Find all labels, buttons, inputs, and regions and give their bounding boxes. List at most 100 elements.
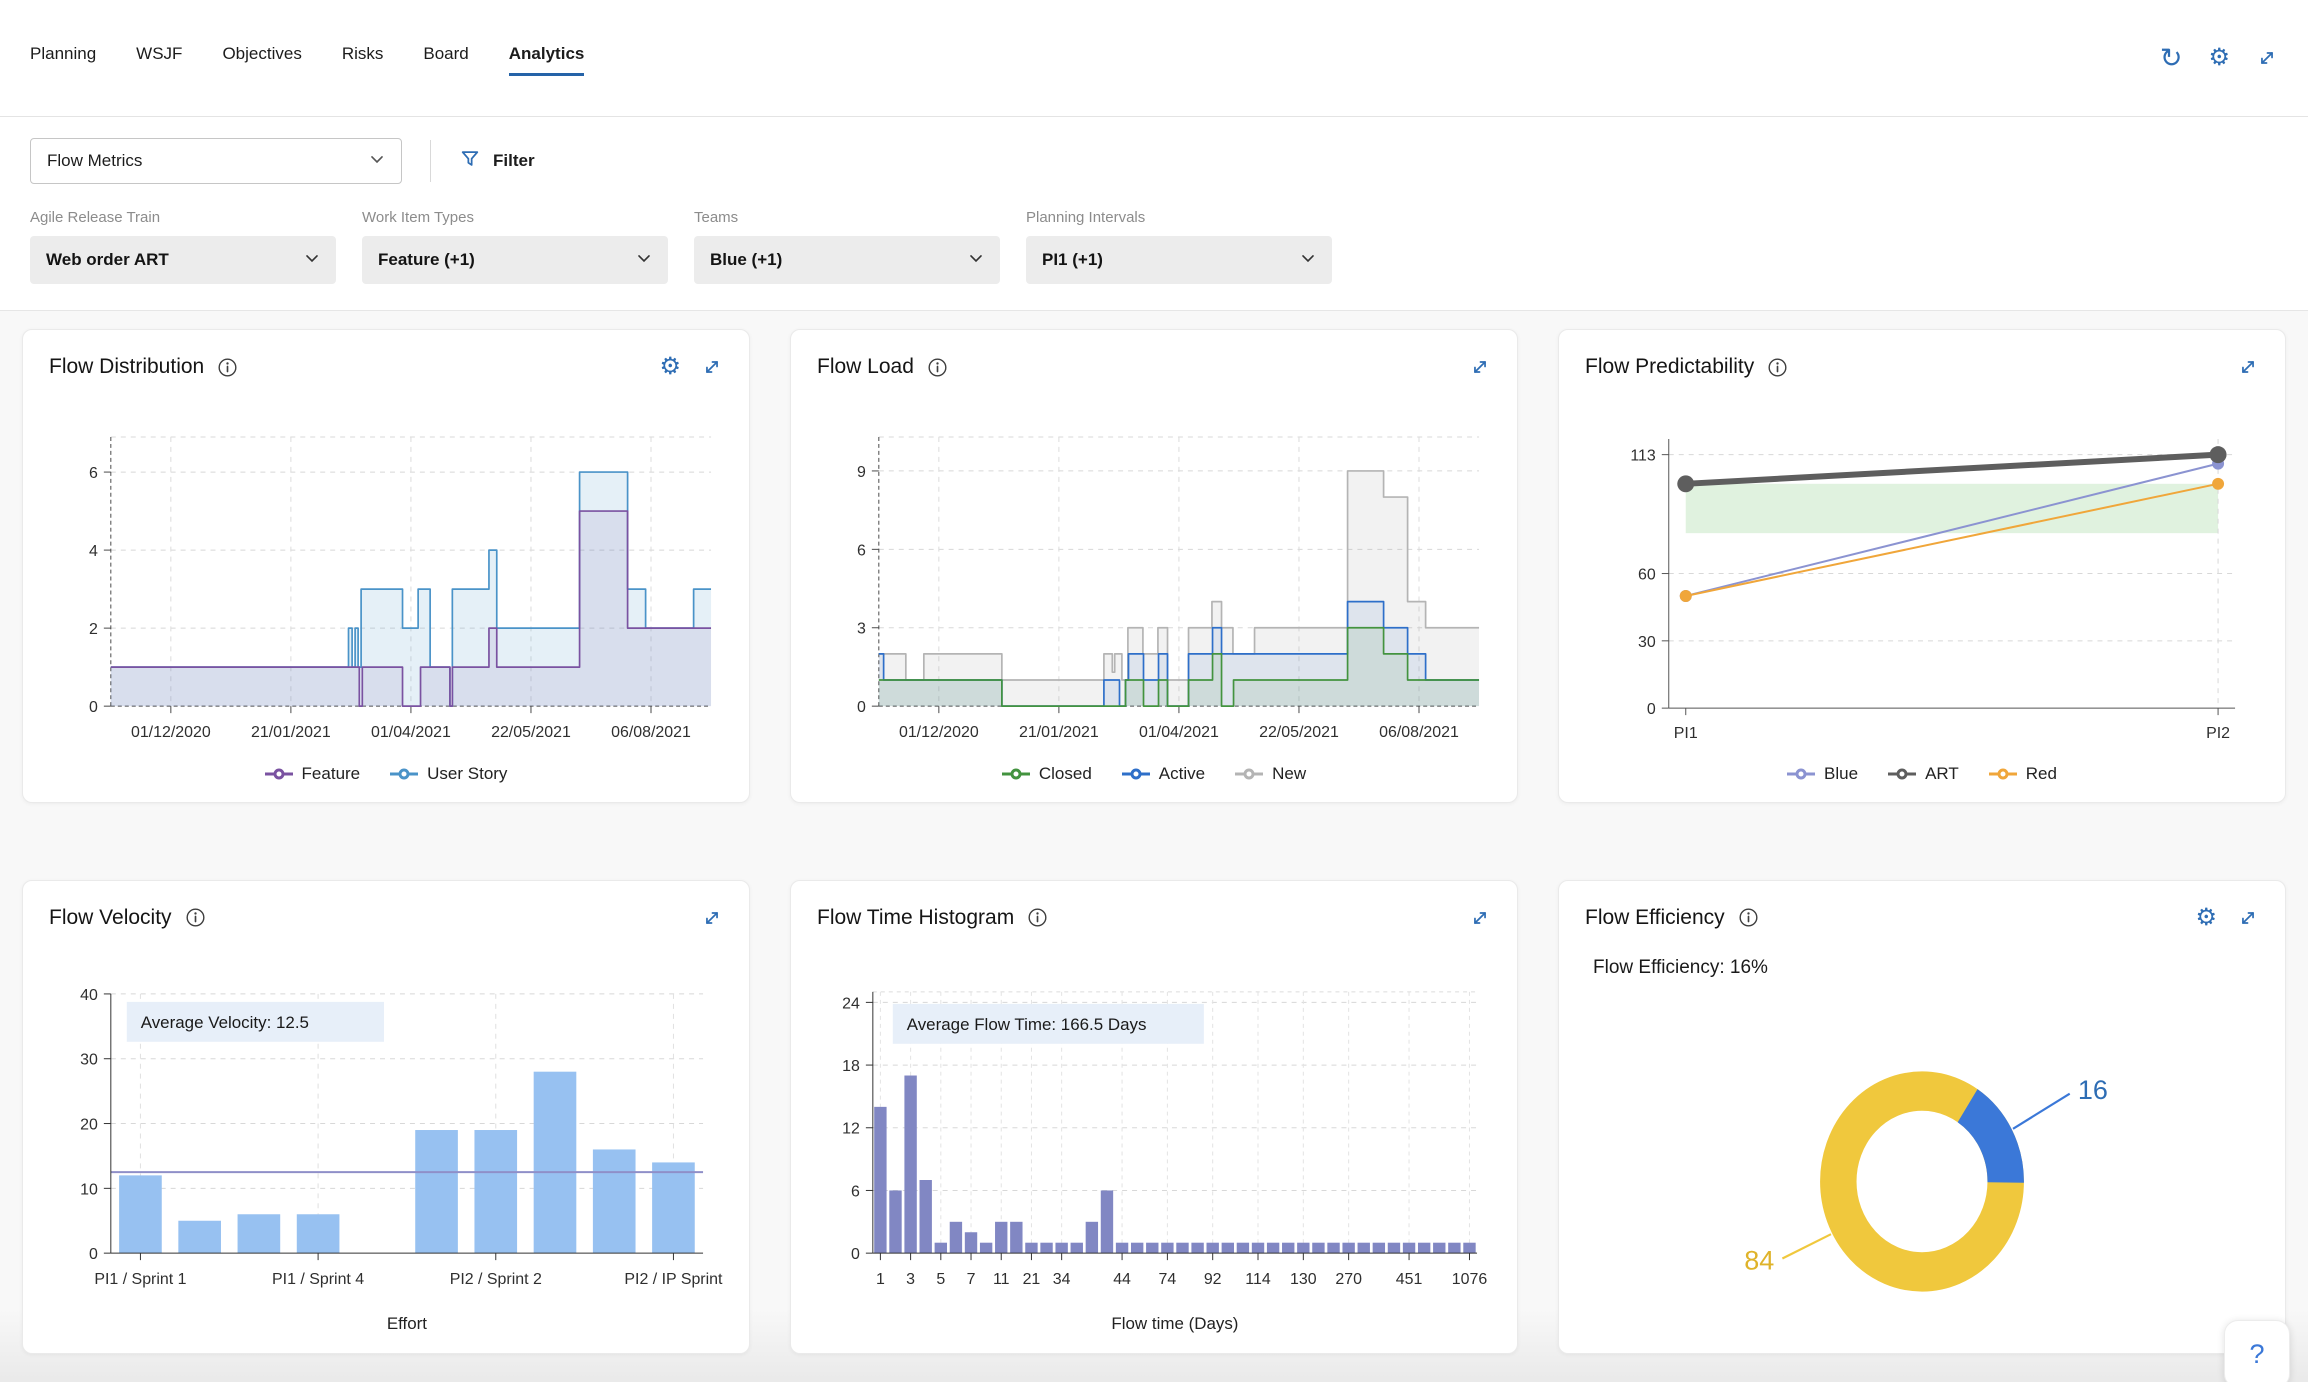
svg-text:30: 30 — [80, 1051, 98, 1068]
svg-text:44: 44 — [1113, 1271, 1131, 1288]
chevron-down-icon — [966, 248, 986, 273]
flow-efficiency-header: Flow Efficiency ⚙ — [1585, 901, 2259, 935]
legend-line-dot — [1002, 768, 1030, 780]
legend-item-active[interactable]: Active — [1122, 764, 1205, 784]
info-icon[interactable] — [927, 357, 948, 378]
expand-icon[interactable] — [2237, 356, 2259, 378]
card-title-text: Flow Time Histogram — [817, 906, 1014, 930]
svg-text:10: 10 — [80, 1181, 98, 1198]
filter-select-work-item-types[interactable]: Feature (+1) — [362, 236, 668, 284]
legend-item-closed[interactable]: Closed — [1002, 764, 1092, 784]
filter-select-planning-intervals[interactable]: PI1 (+1) — [1026, 236, 1332, 284]
tab-board[interactable]: Board — [423, 44, 468, 76]
info-icon[interactable] — [1767, 357, 1788, 378]
filter-bar: Agile Release TrainWeb order ART Work Ite… — [0, 203, 2308, 311]
filter-group-agile-release-train: Agile Release TrainWeb order ART — [30, 209, 336, 284]
expand-icon[interactable] — [701, 907, 723, 929]
gear-icon[interactable]: ⚙ — [659, 355, 681, 379]
card-flow-efficiency: Flow Efficiency⚙Flow Efficiency: 16%1684… — [1558, 880, 2286, 1354]
legend-item-feature[interactable]: Feature — [265, 764, 361, 784]
filter-select-value: Web order ART — [46, 250, 169, 270]
legend-item-blue[interactable]: Blue — [1787, 764, 1858, 784]
gear-icon[interactable]: ⚙ — [2208, 46, 2230, 70]
flow-time-histogram-chart: 06121824Average Flow Time: 166.5 Days135… — [817, 968, 1491, 1339]
legend-label: Red — [2026, 764, 2057, 784]
svg-text:01/12/2020: 01/12/2020 — [131, 724, 211, 741]
legend-line-dot — [265, 768, 293, 780]
flow-velocity-chart-area: 010203040Average Velocity: 12.5PI1 / Spr… — [49, 935, 723, 1339]
flow-predictability-title: Flow Predictability — [1585, 355, 1788, 379]
flow-load-chart-area: 036901/12/202021/01/202101/04/202122/05/… — [817, 384, 1491, 758]
filter-button[interactable]: Filter — [459, 148, 535, 175]
legend-line-dot — [1989, 768, 2017, 780]
filter-select-value: Feature (+1) — [378, 250, 475, 270]
svg-text:6: 6 — [851, 1183, 860, 1200]
filter-label: Teams — [694, 209, 1000, 226]
svg-text:74: 74 — [1159, 1271, 1177, 1288]
toolbar-divider — [430, 140, 431, 182]
filter-group-teams: Teams Blue (+1) — [694, 209, 1000, 284]
tab-risks[interactable]: Risks — [342, 44, 384, 76]
filter-select-agile-release-train[interactable]: Web order ART — [30, 236, 336, 284]
info-icon[interactable] — [185, 907, 206, 928]
expand-icon[interactable] — [701, 356, 723, 378]
flow-efficiency-chart: 1684 — [1652, 979, 2192, 1382]
svg-text:6: 6 — [857, 542, 866, 559]
svg-text:06/08/2021: 06/08/2021 — [1379, 724, 1459, 741]
filter-button-label: Filter — [493, 151, 535, 171]
flow-load-legend: Closed Active New — [817, 758, 1491, 788]
expand-icon[interactable] — [2237, 907, 2259, 929]
tab-wsjf[interactable]: WSJF — [136, 44, 182, 76]
tab-objectives[interactable]: Objectives — [222, 44, 301, 76]
svg-text:0: 0 — [89, 699, 98, 716]
svg-text:1076: 1076 — [1452, 1271, 1488, 1288]
filter-group-work-item-types: Work Item Types Feature (+1) — [362, 209, 668, 284]
svg-text:22/05/2021: 22/05/2021 — [1259, 724, 1339, 741]
svg-text:40: 40 — [80, 987, 98, 1004]
svg-text:PI2 / Sprint 2: PI2 / Sprint 2 — [450, 1271, 542, 1288]
nav-tabs: Planning WSJF Objectives Risks Board Analytic… — [30, 44, 584, 76]
info-icon[interactable] — [217, 357, 238, 378]
svg-text:4: 4 — [89, 543, 98, 560]
svg-text:9: 9 — [857, 464, 866, 481]
expand-icon[interactable] — [1469, 907, 1491, 929]
svg-text:01/12/2020: 01/12/2020 — [899, 724, 979, 741]
info-icon[interactable] — [1738, 907, 1759, 928]
filter-group-planning-intervals: Planning IntervalsPI1 (+1) — [1026, 209, 1332, 284]
filter-label: Work Item Types — [362, 209, 668, 226]
svg-text:PI1 / Sprint 4: PI1 / Sprint 4 — [272, 1271, 364, 1288]
legend-item-art[interactable]: ART — [1888, 764, 1959, 784]
dashboard-grid: Flow Distribution⚙024601/12/202021/01/20… — [0, 311, 2308, 1382]
svg-text:22/05/2021: 22/05/2021 — [491, 724, 571, 741]
refresh-icon[interactable]: ↻ — [2160, 45, 2183, 72]
svg-text:21: 21 — [1023, 1271, 1041, 1288]
svg-text:0: 0 — [1647, 701, 1656, 718]
svg-text:130: 130 — [1290, 1271, 1317, 1288]
legend-item-user-story[interactable]: User Story — [390, 764, 507, 784]
flow-time-histogram-title: Flow Time Histogram — [817, 906, 1048, 930]
svg-text:01/04/2021: 01/04/2021 — [1139, 724, 1219, 741]
legend-item-new[interactable]: New — [1235, 764, 1306, 784]
gear-icon[interactable]: ⚙ — [2195, 906, 2217, 930]
flow-time-histogram-chart-area: 06121824Average Flow Time: 166.5 Days135… — [817, 935, 1491, 1339]
tab-planning[interactable]: Planning — [30, 44, 96, 76]
svg-text:2: 2 — [89, 621, 98, 638]
flow-distribution-header: Flow Distribution⚙ — [49, 350, 723, 384]
svg-text:Average Flow Time: 166.5 Days: Average Flow Time: 166.5 Days — [907, 1014, 1147, 1033]
legend-item-red[interactable]: Red — [1989, 764, 2057, 784]
flow-efficiency-title: Flow Efficiency — [1585, 906, 1759, 930]
svg-text:20: 20 — [80, 1116, 98, 1133]
filter-select-teams[interactable]: Blue (+1) — [694, 236, 1000, 284]
metric-select[interactable]: Flow Metrics — [30, 138, 402, 184]
expand-icon[interactable] — [2256, 47, 2278, 69]
svg-text:92: 92 — [1204, 1271, 1222, 1288]
info-icon[interactable] — [1027, 907, 1048, 928]
flow-predictability-chart: 03060113PI1PI2 — [1585, 419, 2259, 758]
chevron-down-icon — [634, 248, 654, 273]
expand-icon[interactable] — [1469, 356, 1491, 378]
svg-text:PI2: PI2 — [2206, 725, 2230, 742]
flow-predictability-chart-area: 03060113PI1PI2 — [1585, 384, 2259, 758]
tab-analytics[interactable]: Analytics — [509, 44, 585, 76]
metric-select-value: Flow Metrics — [47, 151, 142, 171]
help-button[interactable]: ? — [2224, 1320, 2290, 1382]
